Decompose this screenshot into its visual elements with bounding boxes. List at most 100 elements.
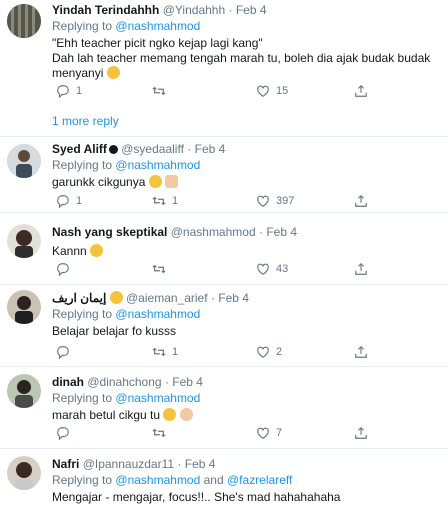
replying-to: Replying to @nashmahmod bbox=[52, 307, 442, 322]
more-replies-link[interactable]: 1 more reply bbox=[52, 114, 119, 128]
retweet-button[interactable] bbox=[152, 84, 172, 98]
display-name[interactable]: Nash yang skeptikal bbox=[52, 225, 167, 239]
mention-link[interactable]: @nashmahmod bbox=[115, 19, 200, 33]
reply-button[interactable] bbox=[56, 345, 76, 359]
like-button[interactable]: 7 bbox=[256, 426, 282, 440]
mention-link[interactable]: @nashmahmod bbox=[115, 307, 200, 321]
mention-link[interactable]: @nashmahmod bbox=[115, 473, 200, 487]
heart-icon bbox=[257, 195, 269, 207]
user-handle[interactable]: @dinahchong bbox=[87, 375, 161, 389]
laughing-emoji-icon bbox=[106, 66, 120, 79]
tweet-text: marah betul cikgu tu bbox=[52, 408, 442, 423]
replying-to: Replying to @nashmahmod bbox=[52, 19, 442, 34]
avatar[interactable] bbox=[7, 374, 41, 408]
user-handle[interactable]: @aieman_arief bbox=[126, 291, 208, 305]
reply-button[interactable] bbox=[56, 262, 76, 276]
hand-emoji-icon bbox=[165, 175, 179, 188]
tweet-date[interactable]: Feb 4 bbox=[266, 225, 297, 239]
retweet-count: 1 bbox=[172, 346, 179, 358]
tweet[interactable]: Syed Aliff @syedaaliff · Feb 4 Replying … bbox=[0, 136, 448, 213]
user-handle[interactable]: @nashmahmod bbox=[171, 225, 256, 239]
sunglasses-emoji-icon bbox=[109, 291, 123, 304]
separator: · bbox=[228, 3, 233, 17]
like-button[interactable]: 43 bbox=[256, 262, 288, 276]
mention-link[interactable]: @nashmahmod bbox=[115, 391, 200, 405]
tweet-date[interactable]: Feb 4 bbox=[218, 291, 249, 305]
separator: · bbox=[187, 142, 192, 156]
reply-button[interactable]: 1 bbox=[56, 194, 82, 208]
replying-to: Replying to @nashmahmod bbox=[52, 391, 442, 406]
display-name[interactable]: Nafri bbox=[52, 457, 79, 471]
user-handle[interactable]: @Yindahhh bbox=[163, 3, 225, 17]
retweet-button[interactable]: 1 bbox=[152, 345, 178, 359]
tweet-text-line: Kannn bbox=[52, 244, 87, 258]
separator: · bbox=[258, 225, 263, 239]
reply-icon bbox=[57, 85, 69, 98]
reply-icon bbox=[57, 427, 69, 440]
retweet-icon bbox=[152, 428, 166, 438]
tweet-text: garunkk cikgunya bbox=[52, 175, 442, 190]
tweet-text: Belajar belajar fo kusss bbox=[52, 324, 442, 339]
share-icon bbox=[355, 84, 367, 97]
display-name[interactable]: Syed Aliff bbox=[52, 142, 107, 156]
reply-button[interactable] bbox=[56, 426, 76, 440]
tweet-date[interactable]: Feb 4 bbox=[236, 3, 267, 17]
like-count: 397 bbox=[276, 195, 295, 207]
tweet-date[interactable]: Feb 4 bbox=[185, 457, 216, 471]
reply-icon bbox=[57, 195, 69, 208]
badge-icon bbox=[108, 145, 118, 154]
share-button[interactable] bbox=[354, 426, 368, 440]
like-button[interactable]: 15 bbox=[256, 84, 288, 98]
share-button[interactable] bbox=[354, 345, 368, 359]
laughing-emoji-icon bbox=[163, 408, 177, 421]
tweet-date[interactable]: Feb 4 bbox=[195, 142, 226, 156]
mention-link[interactable]: @nashmahmod bbox=[115, 158, 200, 172]
share-icon bbox=[355, 194, 367, 207]
replying-label: Replying to bbox=[52, 307, 113, 321]
like-count: 15 bbox=[276, 85, 289, 97]
share-button[interactable] bbox=[354, 194, 368, 208]
display-name[interactable]: إيمان اريف bbox=[52, 291, 106, 305]
share-icon bbox=[355, 426, 367, 439]
avatar[interactable] bbox=[7, 290, 41, 324]
tweet-text-line: marah betul cikgu tu bbox=[52, 408, 161, 422]
like-button[interactable]: 397 bbox=[256, 194, 294, 208]
reply-count: 1 bbox=[76, 195, 83, 207]
avatar[interactable] bbox=[7, 144, 41, 178]
share-button[interactable] bbox=[354, 84, 368, 98]
retweet-button[interactable] bbox=[152, 262, 172, 276]
avatar-image bbox=[7, 374, 41, 408]
tweet[interactable]: dinah @dinahchong · Feb 4 Replying to @n… bbox=[0, 366, 448, 449]
user-handle[interactable]: @Ipannauzdar11 bbox=[83, 457, 174, 471]
separator: · bbox=[164, 375, 169, 389]
avatar-image bbox=[7, 290, 41, 324]
avatar[interactable] bbox=[7, 4, 41, 38]
reply-button[interactable]: 1 bbox=[56, 84, 82, 98]
retweet-icon bbox=[152, 196, 166, 206]
replying-label: Replying to bbox=[52, 473, 113, 487]
tweet-text-line: Dah lah teacher memang tengah marah tu, … bbox=[52, 51, 431, 65]
tweet-text-line: Belajar belajar fo kusss bbox=[52, 324, 177, 338]
like-button[interactable]: 2 bbox=[256, 345, 282, 359]
tweet[interactable]: Nafri @Ipannauzdar11 · Feb 4 Replying to… bbox=[0, 448, 448, 508]
avatar[interactable] bbox=[7, 456, 41, 490]
retweet-button[interactable] bbox=[152, 426, 172, 440]
user-handle[interactable]: @syedaaliff bbox=[121, 142, 184, 156]
mention-link[interactable]: @fazrelareff bbox=[227, 473, 292, 487]
retweet-button[interactable]: 1 bbox=[152, 194, 178, 208]
heart-icon bbox=[257, 427, 269, 439]
share-button[interactable] bbox=[354, 262, 368, 276]
avatar-image bbox=[7, 144, 41, 178]
avatar[interactable] bbox=[7, 224, 41, 258]
replying-label: Replying to bbox=[52, 158, 113, 172]
like-count: 2 bbox=[276, 346, 283, 358]
tweet[interactable]: Nash yang skeptikal @nashmahmod · Feb 4 … bbox=[0, 212, 448, 285]
tweet[interactable]: Yindah Terindahhh @Yindahhh · Feb 4 Repl… bbox=[0, 0, 448, 137]
hand-emoji-icon bbox=[179, 408, 193, 421]
display-name[interactable]: dinah bbox=[52, 375, 84, 389]
retweet-icon bbox=[152, 86, 166, 96]
tweet-date[interactable]: Feb 4 bbox=[172, 375, 203, 389]
tweet[interactable]: إيمان اريف @aieman_arief · Feb 4 Replyin… bbox=[0, 284, 448, 367]
display-name[interactable]: Yindah Terindahhh bbox=[52, 3, 159, 17]
tweet-text-line: garunkk cikgunya bbox=[52, 175, 146, 189]
